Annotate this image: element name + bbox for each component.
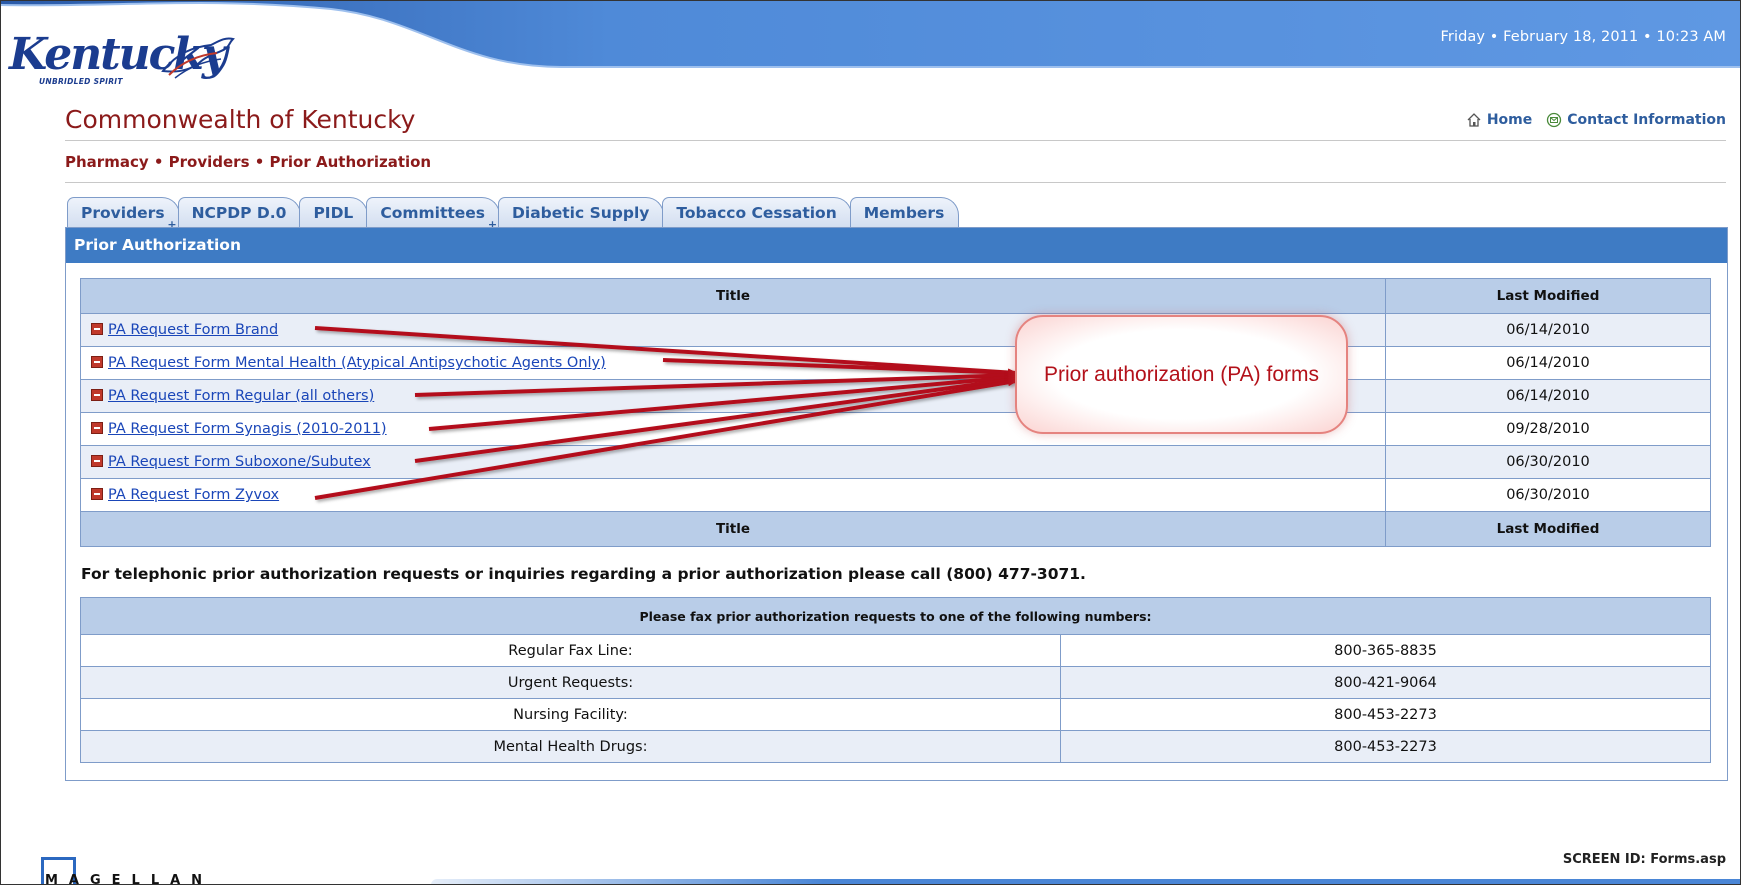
panel-title: Prior Authorization xyxy=(66,228,1727,263)
home-link[interactable]: Home xyxy=(1466,112,1532,128)
envelope-icon xyxy=(1547,112,1562,128)
phone-note: For telephonic prior authorization reque… xyxy=(81,565,1086,583)
last-modified-cell: 06/30/2010 xyxy=(1385,445,1711,479)
table-footer-row: Title Last Modified xyxy=(80,511,1711,547)
tab-tobacco-cessation[interactable]: Tobacco Cessation xyxy=(662,197,852,228)
tab-label: Diabetic Supply xyxy=(512,204,650,222)
form-link[interactable]: PA Request Form Regular (all others) xyxy=(108,388,374,404)
tab-bar: Providers + NCPDP D.0 PIDL Committees + Di… xyxy=(67,197,960,230)
magellan-logo: MAGELLAN xyxy=(41,857,202,884)
fax-number: 800-453-2273 xyxy=(1060,730,1711,763)
table-row: PA Request Form Regular (all others) 06/… xyxy=(80,379,1711,413)
forms-table: Title Last Modified PA Request Form Bran… xyxy=(80,278,1711,547)
tab-label: Providers xyxy=(81,204,165,222)
logo-wordmark: MAGELLAN xyxy=(45,873,214,885)
tab-diabetic-supply[interactable]: Diabetic Supply xyxy=(498,197,665,228)
fax-label: Regular Fax Line: xyxy=(80,634,1061,667)
table-row: PA Request Form Suboxone/Subutex 06/30/2… xyxy=(80,445,1711,479)
fax-number: 800-365-8835 xyxy=(1060,634,1711,667)
prior-authorization-panel: Prior Authorization Title Last Modified … xyxy=(65,227,1728,781)
divider xyxy=(65,182,1726,183)
last-modified-cell: 06/14/2010 xyxy=(1385,379,1711,413)
fax-row: Urgent Requests: 800-421-9064 xyxy=(80,666,1711,699)
pdf-icon xyxy=(91,488,103,500)
last-modified-cell: 06/14/2010 xyxy=(1385,346,1711,380)
tab-label: Tobacco Cessation xyxy=(676,204,837,222)
pdf-icon xyxy=(91,422,103,434)
tab-label: Members xyxy=(863,204,945,222)
table-header-row: Title Last Modified xyxy=(80,278,1711,314)
table-row: PA Request Form Mental Health (Atypical … xyxy=(80,346,1711,380)
table-row: PA Request Form Synagis (2010-2011) 09/2… xyxy=(80,412,1711,446)
table-row: PA Request Form Brand 06/14/2010 xyxy=(80,313,1711,347)
site-title: Commonwealth of Kentucky xyxy=(65,105,416,134)
fax-table-header-row: Please fax prior authorization requests … xyxy=(80,597,1711,635)
top-links: Home Contact Information xyxy=(1466,112,1726,128)
divider xyxy=(65,140,1726,141)
logo-tagline: UNBRIDLED SPIRIT xyxy=(39,77,123,86)
column-footer-last-modified: Last Modified xyxy=(1385,511,1711,547)
screen-id: SCREEN ID: Forms.asp xyxy=(1562,852,1726,867)
form-link[interactable]: PA Request Form Synagis (2010-2011) xyxy=(108,421,387,437)
tab-label: Committees xyxy=(380,204,486,222)
tab-committees[interactable]: Committees + xyxy=(366,197,501,230)
breadcrumb: Pharmacy • Providers • Prior Authorizati… xyxy=(65,153,432,171)
contact-link[interactable]: Contact Information xyxy=(1546,112,1726,128)
fax-number: 800-453-2273 xyxy=(1060,698,1711,731)
home-link-label: Home xyxy=(1486,112,1533,128)
last-modified-cell: 06/14/2010 xyxy=(1385,313,1711,347)
page-frame: Friday • February 18, 2011 • 10:23 AM Ke… xyxy=(0,0,1741,885)
pdf-icon xyxy=(91,356,103,368)
tab-ncpdp[interactable]: NCPDP D.0 xyxy=(177,197,302,228)
footer-bar xyxy=(431,879,1740,884)
kentucky-logo[interactable]: Kentucky UNBRIDLED SPIRIT xyxy=(9,19,239,91)
contact-link-label: Contact Information xyxy=(1567,112,1726,128)
form-link[interactable]: PA Request Form Zyvox xyxy=(108,487,279,503)
date-time: Friday • February 18, 2011 • 10:23 AM xyxy=(1440,29,1726,45)
horse-icon xyxy=(161,37,235,79)
annotation-text: Prior authorization (PA) forms xyxy=(1043,362,1320,386)
last-modified-cell: 09/28/2010 xyxy=(1385,412,1711,446)
tab-label: NCPDP D.0 xyxy=(191,204,287,222)
pdf-icon xyxy=(91,323,103,335)
fax-label: Mental Health Drugs: xyxy=(80,730,1061,763)
tab-providers[interactable]: Providers + xyxy=(67,197,180,230)
fax-row: Nursing Facility: 800-453-2273 xyxy=(80,698,1711,731)
home-icon xyxy=(1467,113,1481,127)
tab-label: PIDL xyxy=(313,204,354,222)
form-link[interactable]: PA Request Form Mental Health (Atypical … xyxy=(108,355,606,371)
annotation-callout: Prior authorization (PA) forms xyxy=(1015,315,1348,434)
tab-members[interactable]: Members xyxy=(849,197,960,228)
fax-label: Urgent Requests: xyxy=(80,666,1061,699)
fax-row: Mental Health Drugs: 800-453-2273 xyxy=(80,730,1711,763)
table-row: PA Request Form Zyvox 06/30/2010 xyxy=(80,478,1711,512)
fax-table: Please fax prior authorization requests … xyxy=(80,597,1711,763)
form-link[interactable]: PA Request Form Suboxone/Subutex xyxy=(108,454,371,470)
form-link[interactable]: PA Request Form Brand xyxy=(108,322,278,338)
fax-number: 800-421-9064 xyxy=(1060,666,1711,699)
last-modified-cell: 06/30/2010 xyxy=(1385,478,1711,512)
fax-table-header: Please fax prior authorization requests … xyxy=(80,597,1711,635)
column-footer-title: Title xyxy=(80,511,1386,547)
tab-pidl[interactable]: PIDL xyxy=(299,197,369,228)
form-title-cell: PA Request Form Suboxone/Subutex xyxy=(80,445,1386,479)
pdf-icon xyxy=(91,389,103,401)
fax-label: Nursing Facility: xyxy=(80,698,1061,731)
pdf-icon xyxy=(91,455,103,467)
fax-row: Regular Fax Line: 800-365-8835 xyxy=(80,634,1711,667)
column-header-title[interactable]: Title xyxy=(80,278,1386,314)
column-header-last-modified[interactable]: Last Modified xyxy=(1385,278,1711,314)
form-title-cell: PA Request Form Zyvox xyxy=(80,478,1386,512)
